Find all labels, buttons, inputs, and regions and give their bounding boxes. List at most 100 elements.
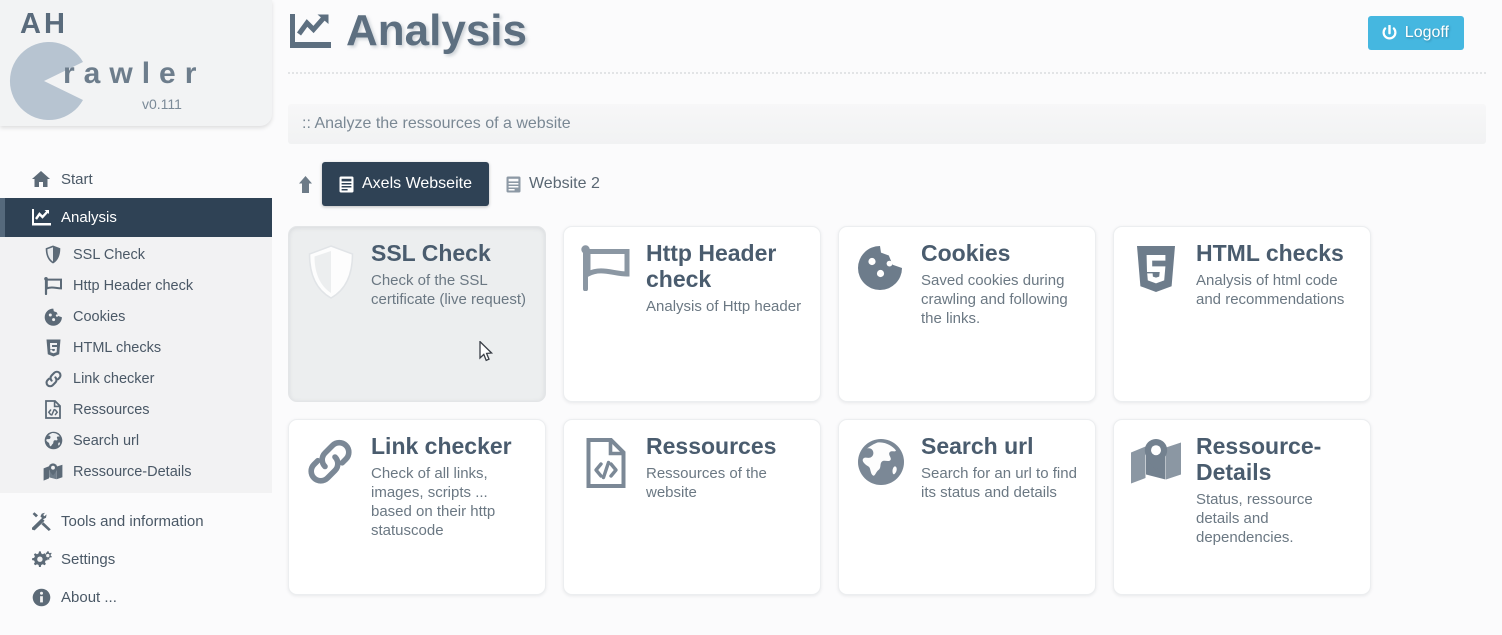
sidebar-item-label: Start <box>61 170 93 188</box>
sidebar-item-link-checker[interactable]: Link checker <box>0 363 272 394</box>
card-body: SSL Check Check of the SSL certificate (… <box>371 240 531 391</box>
sidebar-item-start[interactable]: Start <box>0 160 272 198</box>
sidebar-item-tools-and-information[interactable]: Tools and information <box>0 502 272 540</box>
chart-line-icon <box>288 12 332 50</box>
link-icon <box>42 369 64 389</box>
sidebar-item-label: Ressource-Details <box>73 463 192 480</box>
analysis-card-grid: SSL Check Check of the SSL certificate (… <box>288 226 1373 595</box>
card-body: Ressource-Details Status, ressource deta… <box>1196 433 1356 584</box>
tools-icon <box>30 511 52 531</box>
page-title-text: Analysis <box>346 6 527 55</box>
cookie-icon <box>853 241 909 391</box>
card-title: Cookies <box>921 240 1011 266</box>
logo-prefix-text: AH <box>20 8 68 40</box>
globe-icon <box>42 431 64 451</box>
sidebar-item-label: HTML checks <box>73 339 162 356</box>
globe-icon <box>853 434 909 584</box>
sidebar-item-label: Tools and information <box>61 512 204 530</box>
card-description: Check of all links, images, scripts ... … <box>371 464 496 540</box>
card-title: Http Header check <box>646 240 777 292</box>
sidebar-nav: Start Analysis SSL Check Http Header che… <box>0 160 272 616</box>
card-ressources[interactable]: Ressources Ressources of the website <box>563 419 821 595</box>
sidebar-item-settings[interactable]: Settings <box>0 540 272 578</box>
sidebar-item-http-header-check[interactable]: Http Header check <box>0 270 272 301</box>
card-title: Ressource-Details <box>1196 433 1322 485</box>
sidebar-item-label: SSL Check <box>73 246 145 263</box>
card-ssl-check[interactable]: SSL Check Check of the SSL certificate (… <box>288 226 546 402</box>
map-pin-icon <box>1128 434 1184 584</box>
sidebar-item-label: About ... <box>61 588 117 606</box>
sidebar-item-html-checks[interactable]: HTML checks <box>0 332 272 363</box>
page-subtitle-bar: :: Analyze the ressources of a website <box>288 104 1486 144</box>
app-logo: AH rawler v0.111 <box>0 0 272 126</box>
card-link-checker[interactable]: Link checker Check of all links, images,… <box>288 419 546 595</box>
page-title: Analysis <box>288 6 527 56</box>
card-html-checks[interactable]: HTML checks Analysis of html code and re… <box>1113 226 1371 402</box>
card-description: Analysis of html code and recommendation… <box>1196 271 1345 308</box>
page-header: Analysis Logoff <box>288 0 1486 74</box>
gears-icon <box>30 549 52 569</box>
sidebar-item-search-url[interactable]: Search url <box>0 425 272 456</box>
sidebar-item-label: Settings <box>61 550 116 568</box>
sidebar-subnav-analysis: SSL Check Http Header check Cookies HTML… <box>0 237 272 493</box>
card-search-url[interactable]: Search url Search for an url to find its… <box>838 419 1096 595</box>
card-cookies[interactable]: Cookies Saved cookies during crawling an… <box>838 226 1096 402</box>
card-http-header-check[interactable]: Http Header check Analysis of Http heade… <box>563 226 821 402</box>
info-icon <box>30 587 52 607</box>
logoff-label: Logoff <box>1404 24 1449 41</box>
sidebar-item-label: Analysis <box>61 209 117 226</box>
card-description: Check of the SSL certificate (live reque… <box>371 271 527 308</box>
html5-icon <box>1128 241 1184 391</box>
card-body: Search url Search for an url to find its… <box>921 433 1081 584</box>
card-title: Search url <box>921 433 1034 459</box>
sidebar-item-cookies[interactable]: Cookies <box>0 301 272 332</box>
website-tabbar: Axels Webseite Website 2 <box>288 160 1356 208</box>
power-icon <box>1381 24 1398 42</box>
file-code-icon <box>578 434 634 584</box>
html5-icon <box>42 338 64 358</box>
website-icon <box>506 176 521 193</box>
card-title: Link checker <box>371 433 512 459</box>
card-ressource-details[interactable]: Ressource-Details Status, ressource deta… <box>1113 419 1371 595</box>
shield-icon <box>42 245 64 265</box>
card-description: Ressources of the website <box>646 464 767 501</box>
card-description: Search for an url to find its status and… <box>921 464 1077 501</box>
sidebar-item-ssl-check[interactable]: SSL Check <box>0 239 272 270</box>
sidebar-item-label: Ressources <box>73 401 150 418</box>
card-body: Http Header check Analysis of Http heade… <box>646 240 806 391</box>
tab-label: Website 2 <box>528 175 600 192</box>
card-description: Analysis of Http header <box>646 297 802 315</box>
link-icon <box>303 434 359 584</box>
card-description: Status, ressource details and dependenci… <box>1196 490 1313 546</box>
logoff-button[interactable]: Logoff <box>1367 16 1464 50</box>
cookie-icon <box>42 307 64 327</box>
page-subtitle-text: :: Analyze the ressources of a website <box>302 115 571 132</box>
card-body: Cookies Saved cookies during crawling an… <box>921 240 1081 391</box>
map-pin-icon <box>42 462 64 482</box>
tab-website-2[interactable]: Website 2 <box>489 162 617 206</box>
card-title: Ressources <box>646 433 777 459</box>
app-window: AH rawler v0.111 Start Analysis SSL Chec… <box>0 0 1502 635</box>
home-icon <box>30 169 52 189</box>
arrow-up-icon[interactable] <box>288 175 322 194</box>
tab-label: Axels Webseite <box>362 175 472 192</box>
file-code-icon <box>42 400 64 420</box>
sidebar: AH rawler v0.111 Start Analysis SSL Chec… <box>0 0 272 635</box>
shield-icon <box>303 241 359 391</box>
card-body: HTML checks Analysis of html code and re… <box>1196 240 1356 391</box>
sidebar-item-label: Cookies <box>73 308 126 325</box>
flag-icon <box>42 276 64 296</box>
flag-icon <box>578 241 634 391</box>
sidebar-item-ressources[interactable]: Ressources <box>0 394 272 425</box>
chart-line-icon <box>30 208 52 228</box>
card-title: SSL Check <box>371 240 491 266</box>
card-body: Link checker Check of all links, images,… <box>371 433 531 584</box>
card-body: Ressources Ressources of the website <box>646 433 806 584</box>
logo-version-text: v0.111 <box>142 96 182 112</box>
sidebar-item-ressource-details[interactable]: Ressource-Details <box>0 456 272 487</box>
card-title: HTML checks <box>1196 240 1344 266</box>
sidebar-item-analysis[interactable]: Analysis <box>0 198 272 237</box>
sidebar-item-about[interactable]: About ... <box>0 578 272 616</box>
tab-axels-webseite[interactable]: Axels Webseite <box>322 162 489 206</box>
